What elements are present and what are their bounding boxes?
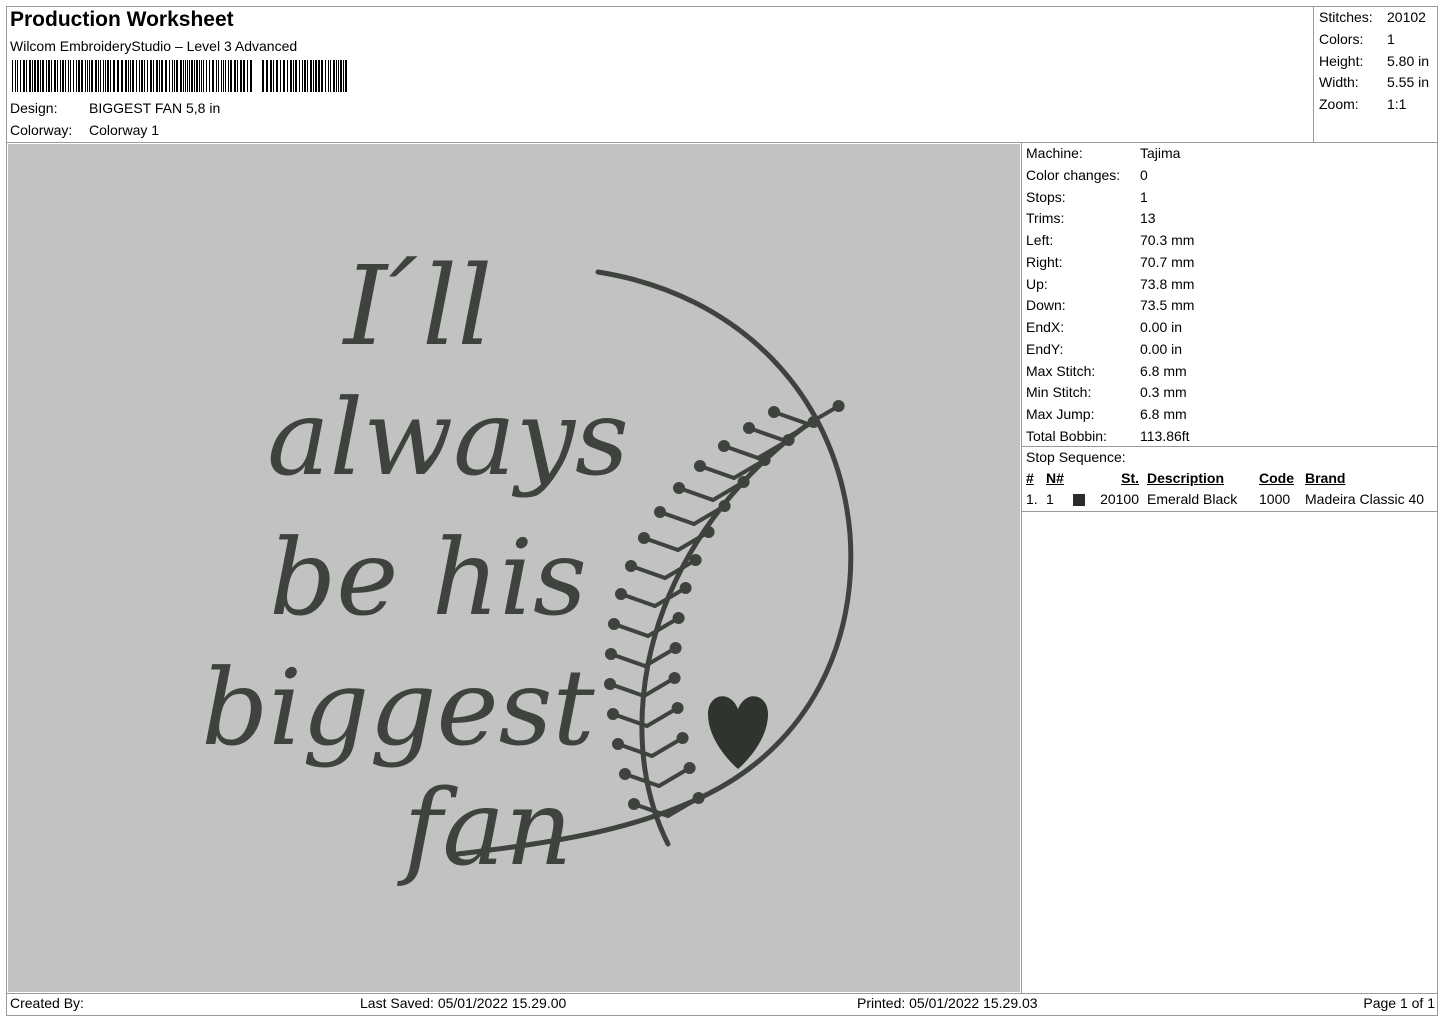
machine-info: Machine: Tajima Color changes: 0 Stops: 1 T… xyxy=(1026,143,1194,448)
seam-stitch-end xyxy=(625,560,637,572)
stop-sequence: Stop Sequence: # N# St. Description Code… xyxy=(1026,447,1424,510)
seam-stitch-end xyxy=(615,588,627,600)
header-divider-vertical xyxy=(1313,6,1314,142)
seam-stitch-end xyxy=(679,582,692,594)
colorway-label: Colorway: xyxy=(10,122,73,138)
info-row: EndY: 0.00 in xyxy=(1026,340,1183,357)
design-row: Design: BIGGEST FAN 5,8 in xyxy=(10,100,220,116)
seam-stitch-end xyxy=(628,798,640,810)
seam-stitch-end xyxy=(671,702,684,714)
seam-stitch-end xyxy=(768,406,780,418)
header-divider xyxy=(6,142,1438,143)
software-name: Wilcom EmbroideryStudio – Level 3 Advanc… xyxy=(10,38,298,54)
seam-stitch-end xyxy=(782,434,795,446)
seam-stitch-end xyxy=(694,460,706,472)
info-row: Max Stitch: 6.8 mm xyxy=(1026,362,1187,379)
page-title: Production Worksheet xyxy=(10,8,234,31)
footer-page: Page 1 of 1 xyxy=(1363,995,1435,1011)
embroidery-design: I ́ll always be his biggest fan xyxy=(201,242,854,889)
info-row: Right: 70.7 mm xyxy=(1026,253,1195,270)
seam-stitch-end xyxy=(683,762,696,774)
stat-colors: Colors: 1 xyxy=(1319,30,1395,47)
seam-stitch-end xyxy=(605,648,617,660)
seam-stitch-end xyxy=(676,732,689,744)
info-row: Max Jump: 6.8 mm xyxy=(1026,406,1187,422)
seam-stitch-end xyxy=(718,500,731,512)
seam-stitch-end xyxy=(807,416,820,428)
seam-stitch-end xyxy=(832,400,845,412)
info-row: Down: 73.5 mm xyxy=(1026,297,1195,314)
design-line-3: be his xyxy=(269,517,587,639)
seam-stitch-end xyxy=(604,678,616,690)
seam-stitch-end xyxy=(668,672,681,684)
color-swatch xyxy=(1073,494,1085,507)
design-stats: Stitches: 20102 Colors: 1 Height: 5.80 in W… xyxy=(1319,7,1429,116)
stop-sequence-bottom-divider xyxy=(1021,511,1438,512)
design-label: Design: xyxy=(10,100,58,116)
seam-stitch-end xyxy=(718,440,730,452)
design-preview-canvas: I ́ll always be his biggest fan xyxy=(8,144,1020,992)
info-row: Machine: Tajima xyxy=(1026,145,1181,161)
table-row: 1. 1 20100 Emerald Black 1000 Madeira Cl… xyxy=(1026,491,1425,507)
seam-stitch-end xyxy=(672,612,685,624)
info-row: Up: 73.8 mm xyxy=(1026,275,1195,292)
footer-created-by: Created By: xyxy=(10,995,84,1011)
design-line-2: always xyxy=(267,377,629,499)
info-row: EndX: 0.00 in xyxy=(1026,319,1183,335)
stop-sequence-table: # N# St. Description Code Brand 1. 1 201… xyxy=(1026,468,1424,510)
seam-stitch-end xyxy=(702,526,715,538)
info-row: Stops: 1 xyxy=(1026,188,1148,205)
seam-stitch-end xyxy=(743,422,755,434)
seam-stitch-end xyxy=(758,454,771,466)
footer-printed: Printed: 05/01/2022 15.29.03 xyxy=(857,995,1038,1011)
info-row: Color changes: 0 xyxy=(1026,166,1148,183)
stat-zoom: Zoom: 1:1 xyxy=(1319,96,1407,113)
seam-stitch-end xyxy=(692,792,705,804)
seam-stitch-end xyxy=(737,476,750,488)
info-row: Left: 70.3 mm xyxy=(1026,232,1195,248)
barcode-image xyxy=(12,60,347,92)
seam-stitch-end xyxy=(689,554,702,566)
design-line-5: fan xyxy=(396,767,572,889)
seam-stitch-end xyxy=(607,708,619,720)
table-header-row: # N# St. Description Code Brand xyxy=(1026,470,1346,486)
design-line-1: I ́ll xyxy=(342,242,493,370)
design-value: BIGGEST FAN 5,8 in xyxy=(89,100,221,116)
seam-stitch-end xyxy=(669,642,682,654)
footer-last-saved: Last Saved: 05/01/2022 15.29.00 xyxy=(360,995,567,1011)
stat-height: Height: 5.80 in xyxy=(1319,52,1430,69)
seam-stitch-end xyxy=(638,532,650,544)
seam-stitch-end xyxy=(654,506,666,518)
design-line-4: biggest xyxy=(201,647,595,769)
side-panel-divider xyxy=(1021,142,1022,994)
stop-sequence-title: Stop Sequence: xyxy=(1026,449,1126,465)
info-row: Trims: 13 xyxy=(1026,210,1156,227)
seam-stitch-end xyxy=(608,618,620,630)
colorway-row: Colorway: Colorway 1 xyxy=(10,122,159,138)
stat-width: Width: 5.55 in xyxy=(1319,74,1430,91)
colorway-value: Colorway 1 xyxy=(89,122,160,138)
seam-stitch-end xyxy=(612,738,624,750)
seam-stitch-end xyxy=(673,482,685,494)
info-row: Total Bobbin: 113.86ft xyxy=(1026,427,1190,444)
seam-stitch-end xyxy=(619,768,631,780)
stat-stitches: Stitches: 20102 xyxy=(1319,9,1426,25)
info-row: Min Stitch: 0.3 mm xyxy=(1026,384,1187,401)
footer-divider xyxy=(6,993,1438,994)
